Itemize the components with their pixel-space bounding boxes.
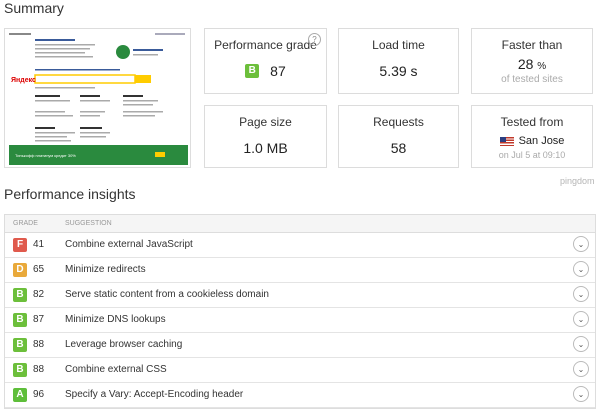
chevron-down-icon[interactable]: ⌄ xyxy=(573,361,589,377)
thumbnail-brand: Яндекс xyxy=(11,77,36,84)
requests-label: Requests xyxy=(373,115,424,129)
pingdom-watermark: pingdom xyxy=(560,176,595,186)
suggestion: Combine external JavaScript xyxy=(65,239,193,250)
table-row[interactable]: F 41 Combine external JavaScript ⌄ xyxy=(5,233,595,258)
table-row[interactable]: B 82 Serve static content from a cookiel… xyxy=(5,283,595,308)
faster-than-card: Faster than 28 % of tested sites xyxy=(471,28,593,94)
chevron-down-icon[interactable]: ⌄ xyxy=(573,336,589,352)
performance-grade-value: 87 xyxy=(270,63,286,80)
chevron-down-icon[interactable]: ⌄ xyxy=(573,286,589,302)
score: 88 xyxy=(33,339,45,350)
table-row[interactable]: B 88 Leverage browser caching ⌄ xyxy=(5,333,595,358)
score: 41 xyxy=(33,239,45,250)
table-row[interactable]: A 96 Specify a Vary: Accept-Encoding hea… xyxy=(5,383,595,408)
thumbnail-banner-text: Тинькофф платинум кредит 30% xyxy=(15,153,76,158)
grade-badge: B xyxy=(13,363,27,377)
table-row[interactable]: D 65 Minimize redirects ⌄ xyxy=(5,258,595,283)
grade-badge: B xyxy=(13,338,27,352)
tested-from-location: San Jose xyxy=(518,135,565,147)
load-time-value: 5.39 s xyxy=(379,63,418,79)
thumbnail-image: Яндекс Тинькофф платинум кредит 30% xyxy=(5,29,190,167)
load-time-card: Load time 5.39 s xyxy=(338,28,459,94)
faster-than-unit: % xyxy=(537,61,547,72)
summary-heading: Summary xyxy=(4,0,64,16)
suggestion: Serve static content from a cookieless d… xyxy=(65,289,269,300)
grade-badge: F xyxy=(13,238,27,252)
chevron-down-icon[interactable]: ⌄ xyxy=(573,261,589,277)
tested-from-date: on Jul 5 at 09:10 xyxy=(498,150,566,160)
score: 96 xyxy=(33,389,45,400)
table-header: GRADE SUGGESTION xyxy=(5,215,595,233)
performance-grade-card: ? Performance grade B 87 xyxy=(204,28,327,94)
insights-table: GRADE SUGGESTION F 41 Combine external J… xyxy=(4,214,596,409)
table-row[interactable]: B 88 Combine external CSS ⌄ xyxy=(5,358,595,383)
tested-from-card: Tested from San Jose on Jul 5 at 09:10 xyxy=(471,105,593,168)
load-time-label: Load time xyxy=(372,38,425,52)
score: 65 xyxy=(33,264,45,275)
suggestion: Minimize DNS lookups xyxy=(65,314,166,325)
us-flag-icon xyxy=(499,136,514,146)
grade-badge: B xyxy=(245,64,260,79)
suggestion: Specify a Vary: Accept-Encoding header xyxy=(65,389,244,400)
column-header-grade: GRADE xyxy=(13,220,38,227)
score: 88 xyxy=(33,364,45,375)
chevron-down-icon[interactable]: ⌄ xyxy=(573,311,589,327)
performance-insights-heading: Performance insights xyxy=(4,186,136,202)
faster-than-value: 28 xyxy=(517,56,534,72)
suggestion: Leverage browser caching xyxy=(65,339,183,350)
requests-card: Requests 58 xyxy=(338,105,459,168)
faster-than-sub: of tested sites xyxy=(501,74,563,85)
tested-from-label: Tested from xyxy=(500,115,564,129)
score: 87 xyxy=(33,314,45,325)
column-header-suggestion: SUGGESTION xyxy=(65,220,112,227)
chevron-down-icon[interactable]: ⌄ xyxy=(573,236,589,252)
grade-badge: B xyxy=(13,288,27,302)
score: 82 xyxy=(33,289,45,300)
requests-value: 58 xyxy=(390,140,407,156)
suggestion: Minimize redirects xyxy=(65,264,146,275)
page-screenshot-thumbnail[interactable]: Яндекс Тинькофф платинум кредит 30% xyxy=(4,28,191,168)
page-size-card: Page size 1.0 MB xyxy=(204,105,327,168)
faster-than-label: Faster than xyxy=(501,38,563,52)
suggestion: Combine external CSS xyxy=(65,364,167,375)
grade-badge: D xyxy=(13,263,27,277)
page-size-label: Page size xyxy=(239,115,292,129)
table-row[interactable]: B 87 Minimize DNS lookups ⌄ xyxy=(5,308,595,333)
help-icon[interactable]: ? xyxy=(308,33,321,46)
page-size-value: 1.0 MB xyxy=(243,140,288,156)
grade-badge: B xyxy=(13,313,27,327)
